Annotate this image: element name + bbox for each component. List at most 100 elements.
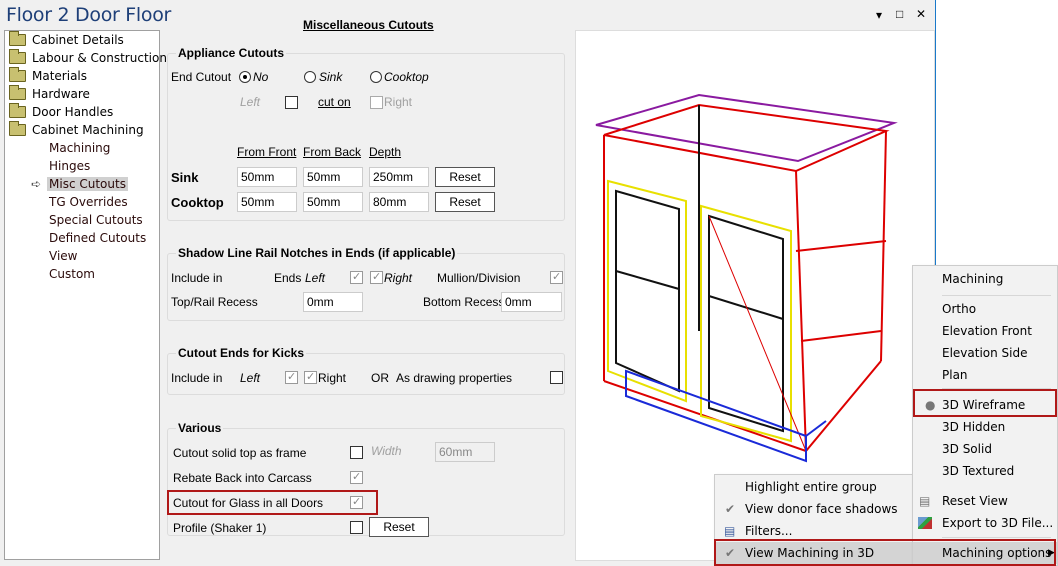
form-title: Miscellaneous Cutouts — [303, 18, 434, 32]
menu-export-3d-file[interactable]: Export to 3D File... — [913, 512, 1057, 534]
shadow-left-checkbox[interactable] — [350, 270, 363, 284]
end-cutout-label: End Cutout — [171, 70, 232, 84]
close-button[interactable]: ✕ — [916, 7, 926, 21]
menu-3d-hidden[interactable]: 3D Hidden — [913, 416, 1057, 438]
menu-ortho[interactable]: Ortho — [913, 298, 1057, 320]
tree-item-tg-overrides[interactable]: TG Overrides — [49, 193, 128, 211]
cut-on-label: cut on — [318, 95, 351, 109]
solid-top-label: Cutout solid top as frame — [173, 446, 307, 460]
cooktop-from-back-input[interactable]: 50mm — [303, 192, 363, 212]
separator — [942, 537, 1051, 538]
radio-no-label: No — [253, 70, 269, 84]
tree-item-special-cutouts[interactable]: Special Cutouts — [49, 211, 143, 229]
tree-item-defined-cutouts[interactable]: Defined Cutouts — [49, 229, 146, 247]
folder-open-icon — [9, 121, 26, 136]
menu-label: 3D Textured — [942, 464, 1015, 478]
menu-reset-view[interactable]: ▤ Reset View — [913, 490, 1057, 512]
right-checkbox[interactable] — [370, 96, 383, 109]
tree-item-hinges[interactable]: Hinges — [49, 157, 90, 175]
tree-label: Hardware — [32, 87, 90, 101]
menu-plan[interactable]: Plan — [913, 364, 1057, 386]
group-title: Cutout Ends for Kicks — [176, 346, 307, 360]
mullion-label: Mullion/Division — [437, 271, 521, 285]
cooktop-reset-button[interactable]: Reset — [435, 192, 495, 212]
tree-item-misc-cutouts[interactable]: Misc Cutouts — [47, 175, 128, 193]
include-in-label: Include in — [171, 371, 223, 385]
top-recess-input[interactable]: 0mm — [303, 292, 363, 312]
document-icon: ▤ — [919, 494, 931, 508]
group-title: Appliance Cutouts — [176, 46, 287, 60]
menu-label: 3D Hidden — [942, 420, 1006, 434]
tree-panel: Cabinet Details Labour & Construction Ma… — [4, 30, 167, 560]
col-depth: Depth — [369, 145, 402, 159]
sink-from-front-input[interactable]: 50mm — [237, 167, 297, 187]
solid-top-checkbox[interactable] — [350, 446, 363, 459]
menu-label: Ortho — [942, 302, 977, 316]
highlight-box-machining-3d — [714, 539, 1056, 566]
menu-view-donor-face-shadows[interactable]: ✔ View donor face shadows — [715, 498, 912, 520]
menu-label: Plan — [942, 368, 968, 382]
tree-item-door-handles[interactable]: Door Handles — [9, 103, 113, 121]
tree-label: Door Handles — [32, 105, 114, 119]
rebate-checkbox[interactable] — [350, 470, 363, 484]
ends-label: Ends — [274, 271, 302, 285]
tree-label: Misc Cutouts — [47, 177, 128, 191]
sink-reset-button[interactable]: Reset — [435, 167, 495, 187]
menu-3d-textured[interactable]: 3D Textured — [913, 460, 1057, 482]
cooktop-depth-input[interactable]: 80mm — [369, 192, 429, 212]
maximize-button[interactable]: □ — [896, 7, 903, 21]
drawing-properties-checkbox[interactable] — [550, 371, 563, 384]
or-label: OR — [371, 371, 389, 385]
col-from-back: From Back — [303, 145, 362, 159]
folder-icon — [9, 49, 26, 64]
tree-item-machining[interactable]: Machining — [49, 139, 110, 157]
tree-item-materials[interactable]: Materials — [9, 67, 87, 85]
radio-cooktop[interactable] — [370, 71, 382, 83]
check-icon: ✔ — [725, 502, 736, 516]
tree-item-view[interactable]: View — [49, 247, 77, 265]
kicks-left-checkbox[interactable] — [285, 370, 298, 384]
menu-highlight-entire-group[interactable]: Highlight entire group — [715, 476, 912, 498]
left-checkbox[interactable] — [285, 96, 298, 109]
width-label: Width — [371, 444, 402, 458]
tree-item-hardware[interactable]: Hardware — [9, 85, 90, 103]
tree-label: Cabinet Details — [32, 33, 124, 47]
shadow-right-checkbox[interactable] — [370, 270, 383, 284]
menu-label: Highlight entire group — [745, 480, 877, 494]
tree-item-labour[interactable]: Labour & Construction — [9, 49, 167, 67]
menu-label: Reset View — [942, 494, 1008, 508]
mullion-checkbox[interactable] — [550, 270, 563, 284]
tree-item-cabinet-machining[interactable]: Cabinet Machining — [9, 121, 144, 139]
tree-label: Materials — [32, 69, 88, 83]
width-input[interactable]: 60mm — [435, 442, 495, 462]
top-recess-label: Top/Rail Recess — [171, 295, 258, 309]
left-label: Left — [305, 271, 326, 285]
bottom-recess-label: Bottom Recess — [423, 295, 505, 309]
dropdown-button[interactable]: ▾ — [876, 8, 882, 22]
profile-label: Profile (Shaker 1) — [173, 521, 267, 535]
sink-depth-input[interactable]: 250mm — [369, 167, 429, 187]
profile-checkbox[interactable] — [350, 521, 363, 534]
menu-elevation-side[interactable]: Elevation Side — [913, 342, 1057, 364]
cooktop-from-front-input[interactable]: 50mm — [237, 192, 297, 212]
menu-3d-solid[interactable]: 3D Solid — [913, 438, 1057, 460]
arrow-right-icon: ➪ — [31, 177, 42, 191]
rebate-label: Rebate Back into Carcass — [173, 471, 312, 485]
profile-reset-button[interactable]: Reset — [369, 517, 429, 537]
drawing-properties-label: As drawing properties — [396, 371, 513, 385]
menu-label: Elevation Side — [942, 346, 1028, 360]
radio-no[interactable] — [239, 71, 251, 83]
radio-sink[interactable] — [304, 71, 316, 83]
bottom-recess-input[interactable]: 0mm — [501, 292, 562, 312]
menu-elevation-front[interactable]: Elevation Front — [913, 320, 1057, 342]
folder-icon — [9, 67, 26, 82]
menu-machining[interactable]: Machining — [913, 268, 1057, 290]
menu-label: Elevation Front — [942, 324, 1032, 338]
col-from-front: From Front — [237, 145, 297, 159]
window-title: Floor 2 Door Floor — [6, 4, 172, 26]
tree-item-custom[interactable]: Custom — [49, 265, 95, 283]
sink-from-back-input[interactable]: 50mm — [303, 167, 363, 187]
tree-label: Labour & Construction — [32, 51, 167, 65]
tree-item-cabinet-details[interactable]: Cabinet Details — [9, 31, 124, 49]
kicks-right-checkbox[interactable] — [304, 370, 317, 384]
